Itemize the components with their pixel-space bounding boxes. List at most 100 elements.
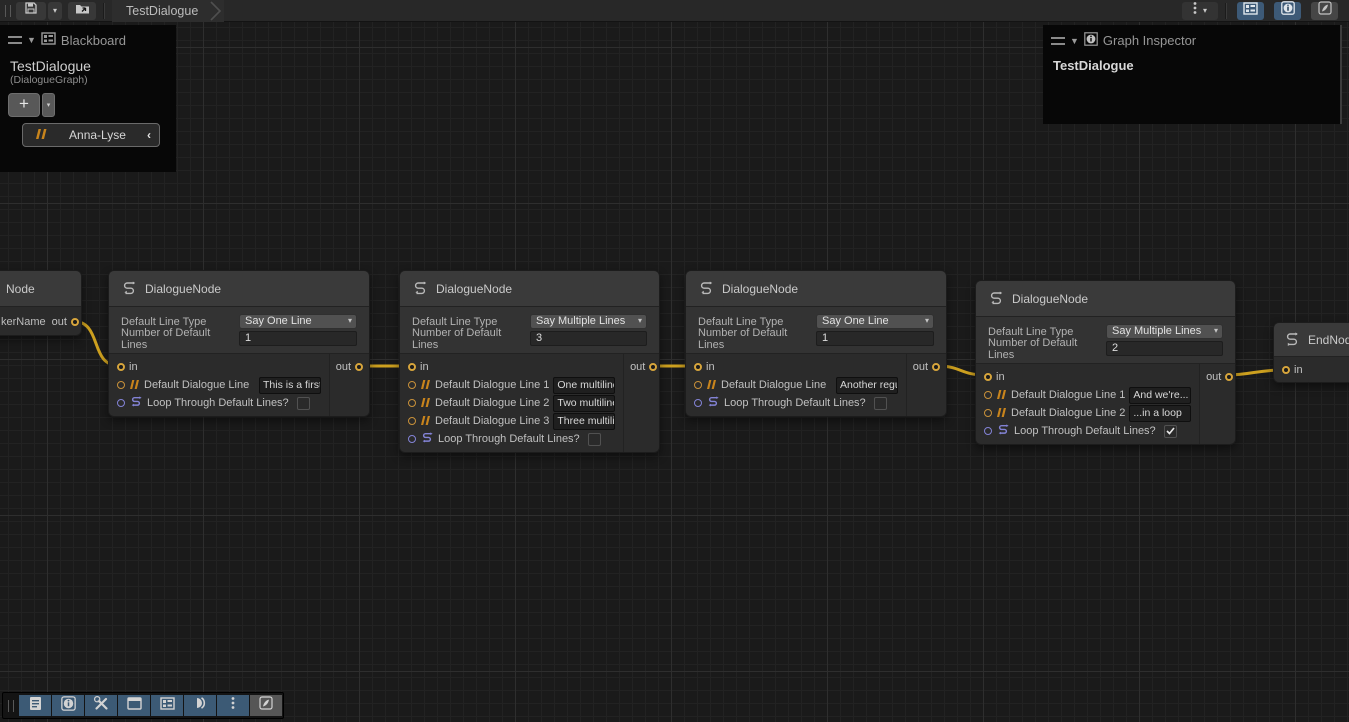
loop-checkbox[interactable] — [874, 397, 887, 410]
prop-label: Number of Default Lines — [121, 327, 239, 351]
loop-checkbox[interactable] — [1164, 425, 1177, 438]
dialogue-line-port[interactable] — [694, 381, 702, 389]
preview-quill-button[interactable] — [250, 695, 282, 716]
dialogue-node[interactable]: DialogueNode Default Line Type Say Multi… — [399, 270, 660, 453]
field-expander-chevron[interactable]: ‹ — [147, 128, 151, 142]
window-button[interactable] — [118, 695, 150, 716]
kebab-icon — [231, 696, 235, 715]
blackboard-header[interactable]: ▼ Blackboard — [0, 25, 176, 52]
loop-icon — [420, 430, 434, 448]
in-port[interactable] — [408, 363, 416, 371]
save-dropdown-button[interactable]: ▾ — [48, 2, 62, 20]
breadcrumb-chevron-icon — [210, 0, 222, 22]
inspector-info-button[interactable] — [52, 695, 84, 716]
in-port[interactable] — [984, 373, 992, 381]
dialogue-line-port[interactable] — [408, 417, 416, 425]
out-port[interactable] — [355, 363, 363, 371]
dialogue-node[interactable]: DialogueNode Default Line Type Say One L… — [685, 270, 947, 417]
flow-node-icon — [412, 279, 428, 298]
dropdown-value: Say Multiple Lines — [536, 315, 625, 327]
play-arc-button[interactable] — [184, 695, 216, 716]
add-variable-button[interactable]: + — [8, 93, 40, 117]
chevron-down-icon: ▾ — [348, 316, 352, 325]
blackboard-icon — [1243, 2, 1258, 20]
inspector-graph-name: TestDialogue — [1043, 53, 1340, 78]
dialogue-node[interactable]: DialogueNode Default Line Type Say One L… — [108, 270, 370, 417]
blackboard-toggle-button[interactable] — [1237, 2, 1264, 20]
save-dropdown-arrow: ▾ — [53, 6, 57, 15]
breadcrumb-tab[interactable]: TestDialogue — [112, 0, 224, 22]
in-port-label: in — [996, 371, 1005, 383]
out-port[interactable] — [1225, 373, 1233, 381]
loop-checkbox[interactable] — [297, 397, 310, 410]
save-button[interactable] — [16, 2, 46, 20]
dialogue-line-input[interactable]: And we're... — [1129, 387, 1191, 404]
line-type-dropdown[interactable]: Say One Line▾ — [239, 314, 357, 329]
open-asset-button[interactable] — [68, 2, 96, 20]
toolbar-separator — [103, 3, 104, 19]
blackboard-field-anna-lyse[interactable]: Anna-Lyse ‹ — [22, 123, 160, 147]
node-title-label: DialogueNode — [436, 282, 512, 296]
end-node[interactable]: EndNode in — [1273, 322, 1349, 383]
loop-port[interactable] — [694, 399, 702, 407]
inspector-toggle-button[interactable] — [1274, 2, 1301, 20]
tools-icon — [94, 696, 109, 716]
dialogue-line-input[interactable]: This is a first — [259, 377, 321, 394]
in-port[interactable] — [694, 363, 702, 371]
speaker-node-partial[interactable]: Node kerName out — [0, 270, 82, 336]
dialogue-line-port[interactable] — [117, 381, 125, 389]
collapse-arrow-icon[interactable]: ▼ — [1070, 36, 1079, 46]
dialogue-line-input[interactable]: Another regu — [836, 377, 898, 394]
line-type-dropdown[interactable]: Say One Line▾ — [816, 314, 934, 329]
out-port[interactable] — [932, 363, 940, 371]
dialogue-line-input[interactable]: Three multili — [553, 413, 615, 430]
toolbar-drag-handle[interactable] — [8, 700, 14, 712]
dialogue-line-port[interactable] — [408, 399, 416, 407]
node-title: Node — [0, 271, 81, 307]
dialogue-line-port[interactable] — [984, 409, 992, 417]
in-port[interactable] — [117, 363, 125, 371]
dialogue-line-label: Default Dialogue Line 2 — [435, 397, 549, 409]
out-port[interactable] — [649, 363, 657, 371]
dialogue-node[interactable]: DialogueNode Default Line Type Say Multi… — [975, 280, 1236, 445]
script-doc-button[interactable] — [19, 695, 51, 716]
number-of-lines-input[interactable]: 1 — [239, 331, 357, 346]
dialogue-line-port[interactable] — [984, 391, 992, 399]
loop-checkbox[interactable] — [588, 433, 601, 446]
blackboard-panel: ▼ Blackboard TestDialogue (DialogueGraph… — [0, 25, 176, 172]
node-title: EndNode — [1274, 323, 1349, 357]
tools-button[interactable] — [85, 695, 117, 716]
out-port[interactable] — [71, 318, 79, 326]
dialogue-line-port[interactable] — [408, 381, 416, 389]
collapse-arrow-icon[interactable]: ▼ — [27, 35, 36, 45]
graph-options-button[interactable]: ▾ — [1182, 2, 1218, 20]
in-port[interactable] — [1282, 366, 1290, 374]
field-name-label: Anna-Lyse — [56, 128, 139, 142]
toolbar-drag-handle[interactable] — [5, 5, 11, 17]
in-port-label: in — [129, 361, 138, 373]
preview-quill-icon — [259, 696, 273, 715]
preview-toggle-button[interactable] — [1311, 2, 1338, 20]
dialogue-line-input[interactable]: One multiline — [553, 377, 615, 394]
line-type-dropdown[interactable]: Say Multiple Lines▾ — [530, 314, 647, 329]
dialogue-line-input[interactable]: ...in a loop — [1129, 405, 1191, 422]
graph-inspector-header[interactable]: ▼ Graph Inspector — [1043, 25, 1340, 53]
in-port-label: in — [420, 361, 429, 373]
loop-port[interactable] — [117, 399, 125, 407]
window-icon — [127, 697, 142, 715]
number-of-lines-input[interactable]: 1 — [816, 331, 934, 346]
loop-port[interactable] — [408, 435, 416, 443]
number-of-lines-input[interactable]: 3 — [530, 331, 647, 346]
dialogue-line-input[interactable]: Two multiline — [553, 395, 615, 412]
dialogue-line-label: Default Dialogue Line 1 — [1011, 389, 1125, 401]
kebab-button[interactable] — [217, 695, 249, 716]
loop-port[interactable] — [984, 427, 992, 435]
add-variable-dropdown-button[interactable]: ▾ — [42, 93, 55, 117]
blackboard-button[interactable] — [151, 695, 183, 716]
line-type-dropdown[interactable]: Say Multiple Lines▾ — [1106, 324, 1223, 339]
number-of-lines-input[interactable]: 2 — [1106, 341, 1223, 356]
blackboard-icon — [160, 697, 175, 715]
node-title: DialogueNode — [109, 271, 369, 307]
graph-inspector-panel: ▼ Graph Inspector TestDialogue — [1043, 25, 1342, 124]
quote-icon — [420, 394, 431, 412]
